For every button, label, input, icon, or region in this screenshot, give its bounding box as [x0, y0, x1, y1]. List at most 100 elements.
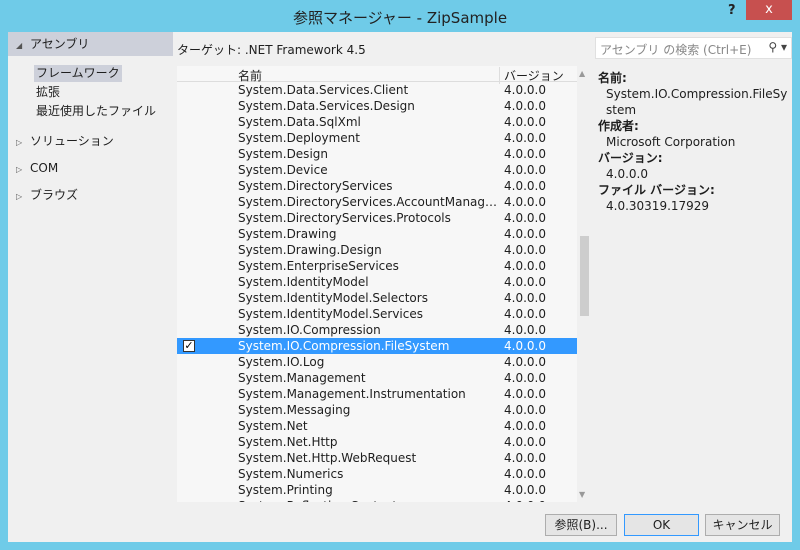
assembly-version: 4.0.0.0: [504, 451, 546, 465]
assembly-version: 4.0.0.0: [504, 419, 546, 433]
list-row[interactable]: System.Drawing.Design 4.0.0.0: [177, 242, 577, 258]
detail-value: System.IO.Compression.FileSystem: [606, 87, 788, 117]
collapsed-triangle-icon[interactable]: ▷: [16, 158, 30, 182]
sidebar-section[interactable]: ▷ ソリューション: [8, 129, 173, 153]
collapsed-triangle-icon[interactable]: ▷: [16, 131, 30, 155]
window-title: 参照マネージャー - ZipSample: [292, 9, 508, 27]
list-row[interactable]: System.Reflection.Context 4.0.0.0: [177, 498, 577, 502]
assembly-name: System.DirectoryServices: [238, 179, 393, 193]
assembly-version: 4.0.0.0: [504, 339, 546, 353]
assembly-name: System.Drawing.Design: [238, 243, 382, 257]
scroll-up-icon[interactable]: ▲: [579, 69, 585, 78]
help-button[interactable]: ?: [728, 3, 736, 18]
list-row[interactable]: System.IO.Compression 4.0.0.0: [177, 322, 577, 338]
collapsed-triangle-icon[interactable]: ▷: [16, 185, 30, 209]
sidebar-section[interactable]: ▷ COM: [8, 156, 173, 180]
section-label: ソリューション: [30, 134, 114, 148]
assembly-version: 4.0.0.0: [504, 291, 546, 305]
section-label: COM: [30, 161, 59, 175]
sidebar-section[interactable]: ▷ ブラウズ: [8, 183, 173, 207]
assembly-version: 4.0.0.0: [504, 99, 546, 113]
cancel-button[interactable]: キャンセル: [705, 514, 780, 536]
search-placeholder: アセンブリ の検索 (Ctrl+E): [600, 43, 752, 57]
list-row[interactable]: System.IdentityModel.Selectors 4.0.0.0: [177, 290, 577, 306]
search-input[interactable]: アセンブリ の検索 (Ctrl+E) ⚲ ▾: [595, 37, 792, 59]
list-row[interactable]: System.Net.Http.WebRequest 4.0.0.0: [177, 450, 577, 466]
assembly-name: System.Net.Http.WebRequest: [238, 451, 417, 465]
list-row[interactable]: System.IdentityModel 4.0.0.0: [177, 274, 577, 290]
list-row[interactable]: System.Design 4.0.0.0: [177, 146, 577, 162]
assembly-name: System.Numerics: [238, 467, 344, 481]
search-icon[interactable]: ⚲ ▾: [768, 40, 787, 54]
assembly-version: 4.0.0.0: [504, 275, 546, 289]
assembly-name: System.IO.Log: [238, 355, 325, 369]
assembly-version: 4.0.0.0: [504, 115, 546, 129]
scrollbar[interactable]: ▲ ▼: [577, 66, 592, 502]
list-row[interactable]: System.Management.Instrumentation 4.0.0.0: [177, 386, 577, 402]
ok-button[interactable]: OK: [624, 514, 699, 536]
assembly-name: System.Management: [238, 371, 366, 385]
assembly-name: System.Data.SqlXml: [238, 115, 361, 129]
dialog-body: ◢ アセンブリ ▷ ソリューション ▷ COM ▷ ブラウズ フレームワーク 拡張 最近使用したファ…: [8, 32, 792, 542]
assembly-version: 4.0.0.0: [504, 323, 546, 337]
detail-value: 4.0.30319.17929: [606, 199, 710, 213]
checkbox-checked[interactable]: ✓: [183, 340, 195, 352]
list-row[interactable]: System.DirectoryServices 4.0.0.0: [177, 178, 577, 194]
list-row[interactable]: System.Numerics 4.0.0.0: [177, 466, 577, 482]
detail-label: 名前:: [598, 71, 627, 85]
browse-button[interactable]: 参照(B)...: [545, 514, 617, 536]
list-row[interactable]: System.Data.Services.Design 4.0.0.0: [177, 98, 577, 114]
assembly-name: System.Deployment: [238, 131, 360, 145]
list-row[interactable]: System.Data.Services.Client 4.0.0.0: [177, 82, 577, 98]
list-row[interactable]: System.Management 4.0.0.0: [177, 370, 577, 386]
assembly-name: System.Printing: [238, 483, 333, 497]
list-row[interactable]: System.Device 4.0.0.0: [177, 162, 577, 178]
section-label: ブラウズ: [30, 188, 79, 202]
expanded-triangle-icon[interactable]: ◢: [16, 34, 30, 58]
sidebar-section[interactable]: ◢ アセンブリ: [8, 32, 173, 56]
section-label: アセンブリ: [30, 37, 90, 51]
list-row[interactable]: System.Printing 4.0.0.0: [177, 482, 577, 498]
list-row[interactable]: System.DirectoryServices.AccountManag… 4.…: [177, 194, 577, 210]
close-button[interactable]: x: [746, 0, 792, 20]
assembly-version: 4.0.0.0: [504, 227, 546, 241]
assembly-name: System.Device: [238, 163, 328, 177]
list-row[interactable]: System.Data.SqlXml 4.0.0.0: [177, 114, 577, 130]
title-bar: 参照マネージャー - ZipSample ? x: [0, 0, 800, 32]
assembly-name: System.Design: [238, 147, 328, 161]
target-framework-label: ターゲット: .NET Framework 4.5: [177, 43, 366, 57]
assembly-name: System.IdentityModel.Selectors: [238, 291, 428, 305]
assembly-version: 4.0.0.0: [504, 163, 546, 177]
assembly-name: System.IO.Compression: [238, 323, 381, 337]
assembly-name: System.DirectoryServices.Protocols: [238, 211, 451, 225]
scroll-down-icon[interactable]: ▼: [579, 490, 585, 499]
list-row[interactable]: System.IO.Log 4.0.0.0: [177, 354, 577, 370]
list-header: 名前 バージョン: [177, 66, 577, 84]
list-row[interactable]: System.Drawing 4.0.0.0: [177, 226, 577, 242]
assembly-version: 4.0.0.0: [504, 371, 546, 385]
list-row[interactable]: ✓ System.IO.Compression.FileSystem 4.0.0.0: [177, 338, 577, 354]
scroll-thumb[interactable]: [580, 236, 589, 316]
assembly-name: System.Data.Services.Client: [238, 83, 409, 97]
sidebar-item[interactable]: フレームワーク: [34, 65, 122, 82]
sidebar-item[interactable]: 拡張: [34, 84, 62, 101]
list-row[interactable]: System.IdentityModel.Services 4.0.0.0: [177, 306, 577, 322]
assembly-version: 4.0.0.0: [504, 498, 546, 502]
list-row[interactable]: System.Net 4.0.0.0: [177, 418, 577, 434]
assembly-version: 4.0.0.0: [504, 387, 546, 401]
assembly-name: System.Messaging: [238, 403, 351, 417]
list-row[interactable]: System.Messaging 4.0.0.0: [177, 402, 577, 418]
assembly-name: System.Management.Instrumentation: [238, 387, 466, 401]
detail-value: 4.0.0.0: [606, 167, 648, 181]
assembly-version: 4.0.0.0: [504, 467, 546, 481]
assembly-version: 4.0.0.0: [504, 195, 546, 209]
sidebar-item[interactable]: 最近使用したファイル: [34, 103, 158, 120]
list-row[interactable]: System.DirectoryServices.Protocols 4.0.0.…: [177, 210, 577, 226]
list-row[interactable]: System.Deployment 4.0.0.0: [177, 130, 577, 146]
assembly-version: 4.0.0.0: [504, 147, 546, 161]
assembly-name: System.EnterpriseServices: [238, 259, 399, 273]
detail-label: 作成者:: [598, 119, 639, 133]
details-panel: 名前: System.IO.Compression.FileSystem 作成者: M…: [598, 70, 788, 214]
list-row[interactable]: System.EnterpriseServices 4.0.0.0: [177, 258, 577, 274]
list-row[interactable]: System.Net.Http 4.0.0.0: [177, 434, 577, 450]
